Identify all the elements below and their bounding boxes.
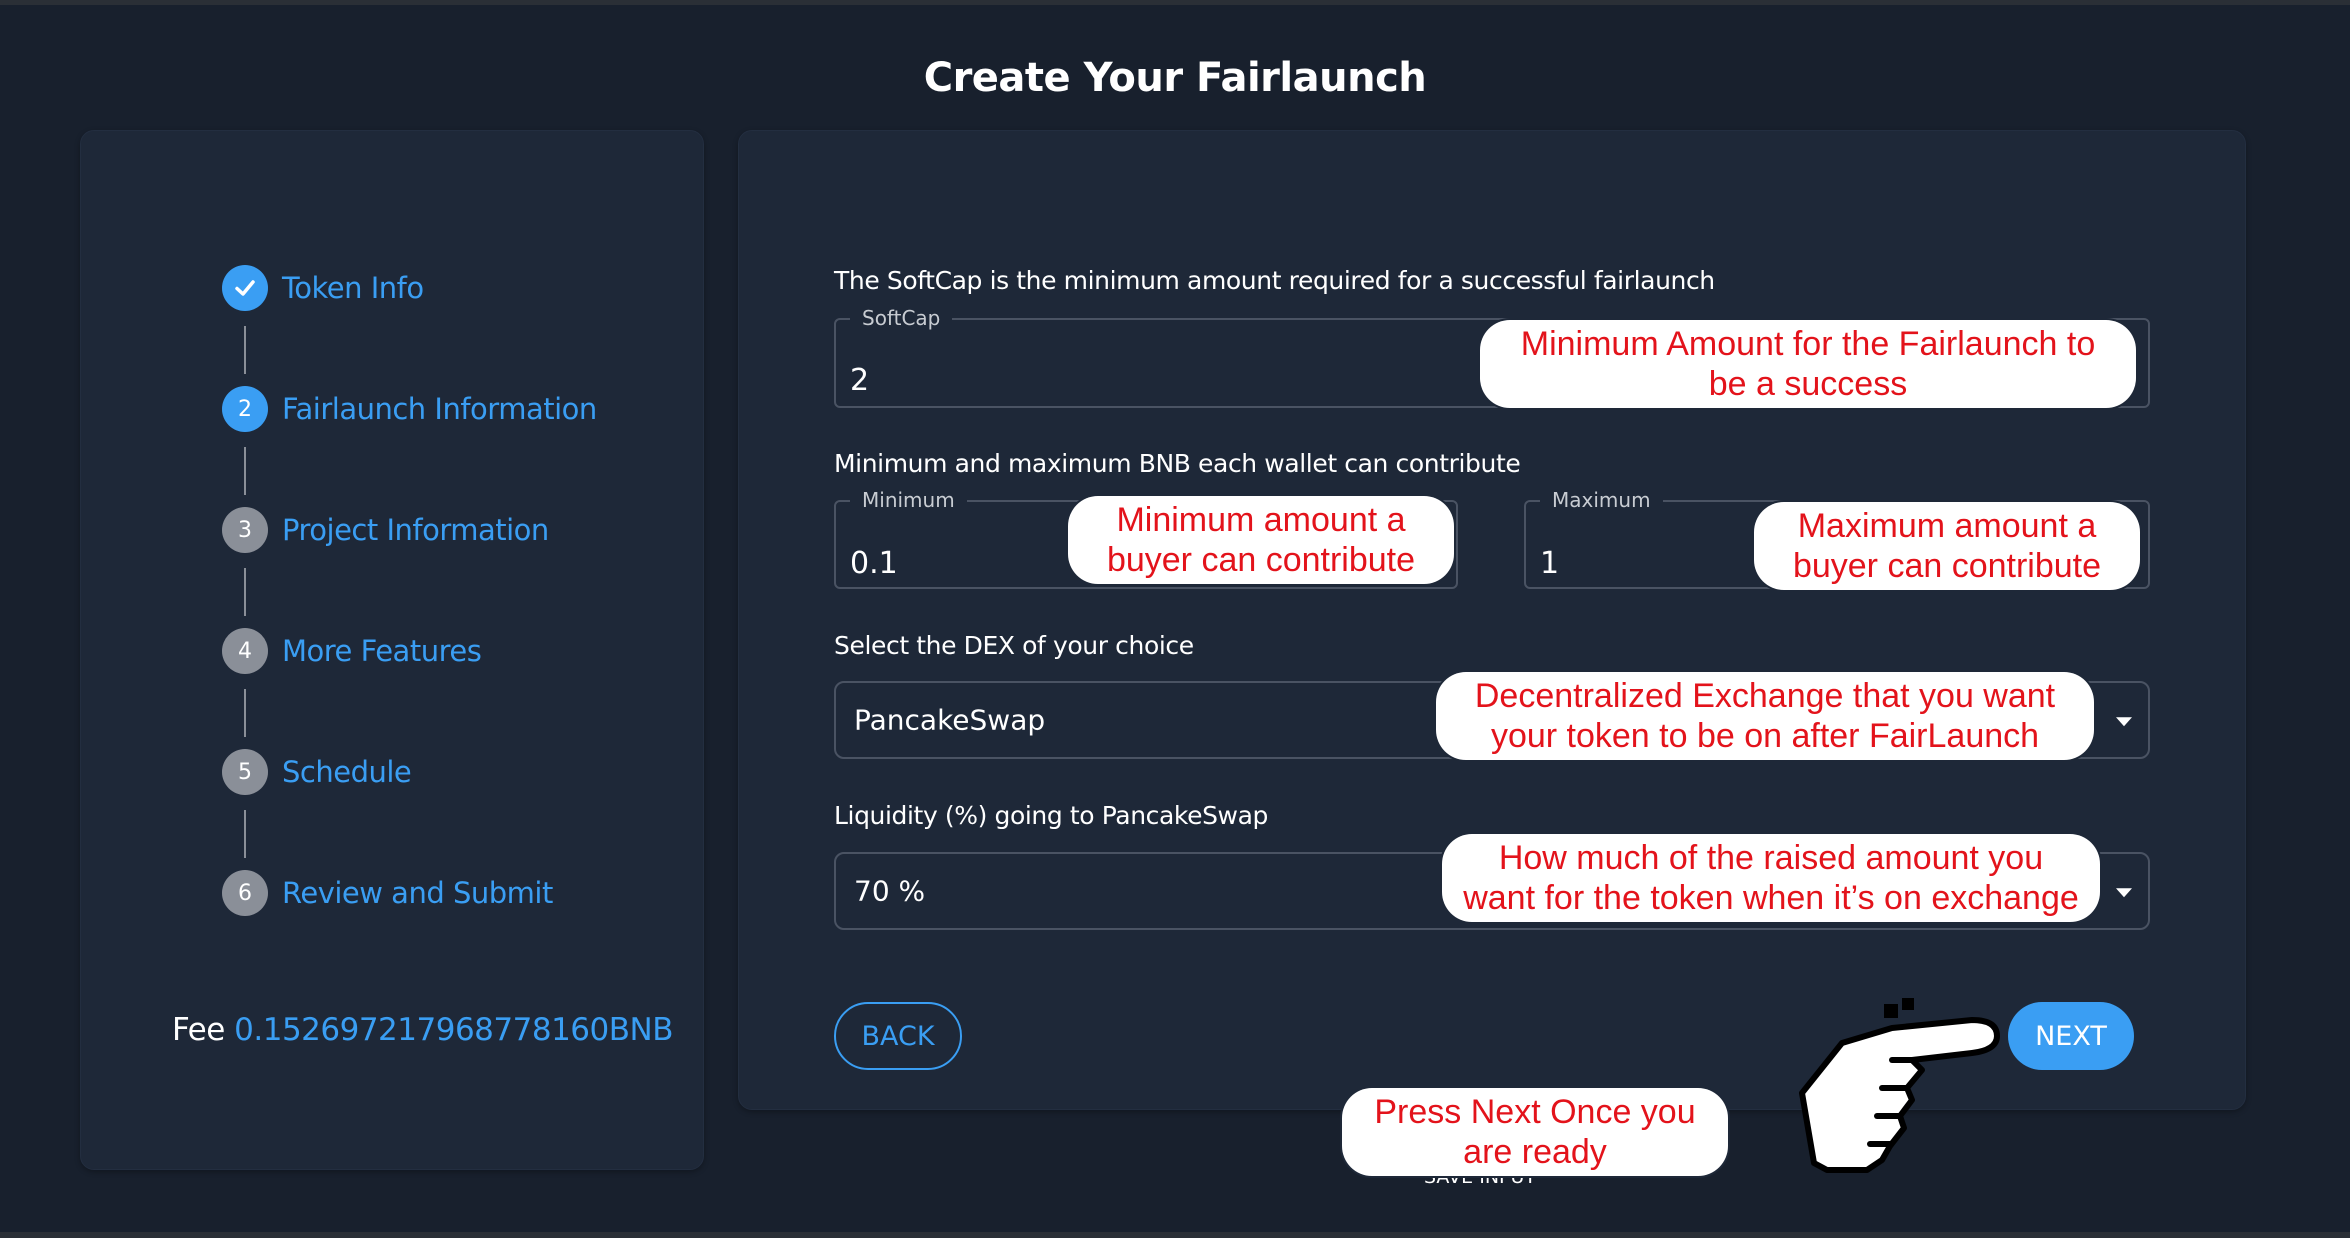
caret-down-icon — [2116, 888, 2132, 898]
back-button[interactable]: BACK — [834, 1002, 962, 1070]
caret-down-icon — [2116, 717, 2132, 727]
fee-display: Fee 0.152697217968778160BNB — [172, 1012, 673, 1048]
softcap-annotation: Minimum Amount for the Fairlaunch to be … — [1480, 320, 2136, 408]
step-label: Schedule — [282, 755, 412, 789]
window-top-border — [0, 0, 2350, 5]
fee-value: 0.152697217968778160BNB — [234, 1012, 673, 1048]
step-number: 5 — [222, 749, 268, 795]
dex-value: PancakeSwap — [854, 703, 1046, 737]
step-fairlaunch-information[interactable]: 2 Fairlaunch Information — [222, 386, 597, 432]
step-label: Fairlaunch Information — [282, 392, 597, 426]
step-more-features[interactable]: 4 More Features — [222, 628, 482, 674]
step-connector — [244, 447, 246, 495]
maximum-annotation: Maximum amount a buyer can contribute — [1754, 502, 2140, 590]
step-connector — [244, 568, 246, 616]
softcap-annotation-text: Minimum Amount for the Fairlaunch to be … — [1520, 325, 2096, 403]
maximum-annotation-text: Maximum amount a buyer can contribute — [1792, 507, 2102, 585]
dex-annotation: Decentralized Exchange that you want you… — [1436, 672, 2094, 760]
minimum-value: 0.1 — [850, 546, 898, 581]
liquidity-value: 70 % — [854, 874, 926, 908]
softcap-legend: SoftCap — [850, 306, 953, 330]
check-icon — [222, 265, 268, 311]
step-label: More Features — [282, 634, 482, 668]
step-number: 2 — [222, 386, 268, 432]
step-label: Project Information — [282, 513, 549, 547]
dex-annotation-text: Decentralized Exchange that you want you… — [1474, 677, 2056, 755]
maximum-value: 1 — [1540, 546, 1560, 581]
contribution-heading: Minimum and maximum BNB each wallet can … — [834, 449, 1521, 478]
step-number: 3 — [222, 507, 268, 553]
step-number: 4 — [222, 628, 268, 674]
step-schedule[interactable]: 5 Schedule — [222, 749, 412, 795]
page-title: Create Your Fairlaunch — [923, 55, 1427, 101]
liquidity-heading: Liquidity (%) going to PancakeSwap — [834, 801, 1268, 830]
minimum-annotation: Minimum amount a buyer can contribute — [1068, 496, 1454, 584]
liquidity-annotation: How much of the raised amount you want f… — [1442, 834, 2100, 922]
step-project-information[interactable]: 3 Project Information — [222, 507, 549, 553]
step-connector — [244, 326, 246, 374]
window-bottom-border — [0, 1232, 2350, 1238]
next-button[interactable]: NEXT — [2008, 1002, 2134, 1070]
step-connector — [244, 689, 246, 737]
softcap-value: 2 — [850, 363, 870, 398]
next-annotation-text: Press Next Once you are ready — [1374, 1093, 1696, 1171]
minimum-annotation-text: Minimum amount a buyer can contribute — [1106, 501, 1416, 579]
maximum-legend: Maximum — [1540, 488, 1663, 512]
minimum-legend: Minimum — [850, 488, 967, 512]
liquidity-annotation-text: How much of the raised amount you want f… — [1463, 839, 2079, 917]
step-review-and-submit[interactable]: 6 Review and Submit — [222, 870, 553, 916]
step-number: 6 — [222, 870, 268, 916]
step-connector — [244, 810, 246, 858]
softcap-heading: The SoftCap is the minimum amount requir… — [834, 266, 1715, 295]
next-annotation: Press Next Once you are ready — [1342, 1088, 1728, 1176]
step-label: Review and Submit — [282, 876, 553, 910]
fee-label: Fee — [172, 1012, 235, 1048]
step-label: Token Info — [282, 271, 424, 305]
pointing-hand-icon — [1799, 998, 2000, 1173]
step-token-info[interactable]: Token Info — [222, 265, 424, 311]
dex-heading: Select the DEX of your choice — [834, 631, 1194, 660]
